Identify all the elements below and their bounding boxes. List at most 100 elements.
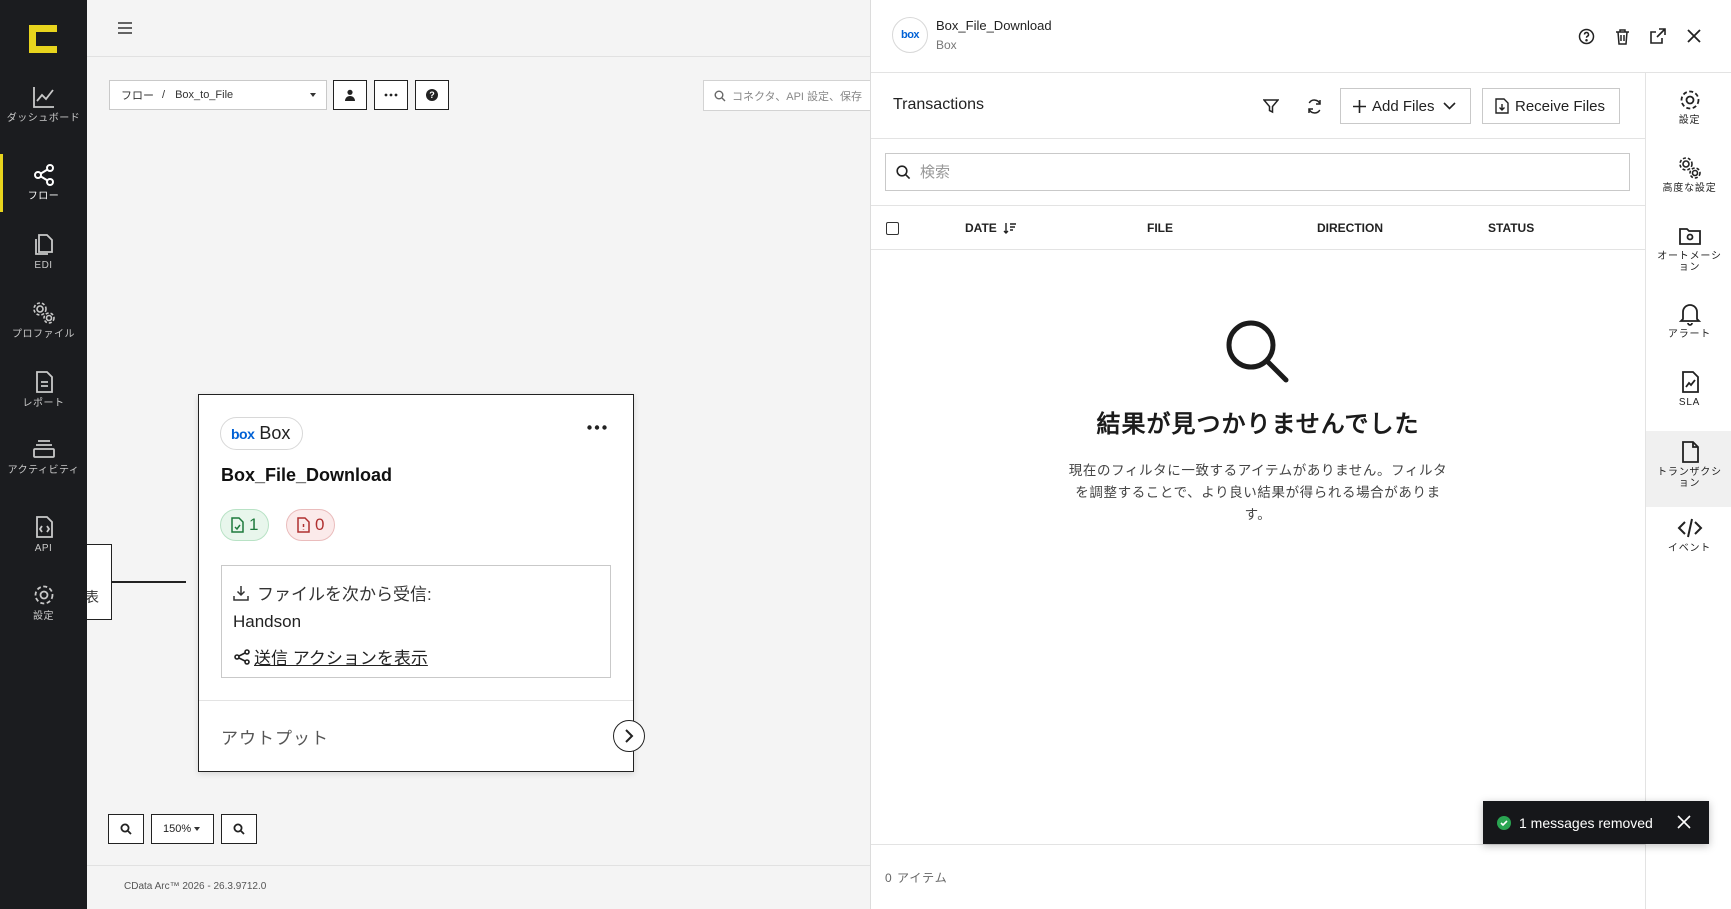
upstream-node[interactable]: 表	[87, 544, 112, 620]
add-files-button[interactable]: Add Files	[1340, 88, 1471, 124]
side-nav-settings[interactable]: 設定	[1646, 87, 1731, 155]
share-nodes-icon	[33, 164, 54, 186]
panel-footer-divider	[871, 844, 1645, 845]
toast-notification: 1 messages removed	[1483, 801, 1709, 844]
nav-item-dashboard[interactable]: ダッシュボード	[0, 84, 87, 144]
help-button[interactable]: ?	[415, 80, 449, 110]
filter-button[interactable]	[1262, 97, 1280, 115]
column-direction-label: DIRECTION	[1317, 221, 1383, 235]
download-icon	[233, 585, 249, 601]
nav-item-settings[interactable]: 設定	[0, 582, 87, 642]
zoom-in-icon	[120, 823, 132, 835]
panel-subtitle: Box	[936, 38, 957, 52]
canvas-search-placeholder: コネクタ、API 設定、保存	[732, 90, 863, 103]
receive-files-button[interactable]: Receive Files	[1482, 88, 1621, 124]
side-nav-sla[interactable]: SLA	[1646, 369, 1731, 437]
report-icon	[35, 371, 53, 393]
stack-icon	[32, 440, 55, 458]
search-icon	[714, 90, 726, 101]
nav-label: アクティビティ	[7, 465, 80, 476]
help-circle-icon: ?	[426, 89, 438, 101]
zoom-in-button[interactable]	[108, 814, 144, 844]
flow-canvas: フロー / Box_to_File ? コネクタ、API 設定、保存 表 box…	[87, 0, 870, 909]
refresh-button[interactable]	[1305, 97, 1323, 115]
nav-item-api[interactable]: API	[0, 514, 87, 574]
receive-source: Handson	[233, 612, 302, 631]
node-output-label: アウトプット	[221, 729, 329, 748]
left-nav: ダッシュボード フロー EDI プロファイル レポート アクティビティ API …	[0, 0, 87, 909]
flow-breadcrumb-select[interactable]: フロー / Box_to_File	[109, 80, 327, 110]
chevron-down-icon	[1442, 102, 1456, 110]
node-title: Box_File_Download	[221, 465, 393, 485]
side-nav-advanced-settings[interactable]: 高度な設定	[1646, 155, 1731, 223]
node-more-icon[interactable]	[587, 425, 607, 430]
column-date[interactable]: DATE	[965, 221, 1017, 235]
transactions-search-input[interactable]	[920, 163, 1600, 181]
empty-state-title: 結果が見つかりませんでした	[1096, 411, 1420, 438]
hamburger-menu-icon[interactable]	[117, 20, 133, 36]
side-nav-automation[interactable]: オートメーション	[1646, 223, 1731, 291]
user-button[interactable]	[333, 80, 367, 110]
node-output-arrow[interactable]	[613, 720, 645, 752]
nav-item-report[interactable]: レポート	[0, 369, 87, 429]
side-nav-events[interactable]: イベント	[1646, 515, 1731, 583]
filter-icon	[1263, 99, 1279, 114]
error-count-pill[interactable]: 0	[286, 509, 336, 541]
close-panel-button[interactable]	[1684, 26, 1704, 46]
node-details: ファイルを次から受信: Handson 送信 アクションを表示	[221, 565, 611, 678]
box-connector-node[interactable]: box Box Box_File_Download 1 0 ファイルを次から受信…	[198, 394, 634, 772]
side-nav-label: アラート	[1667, 329, 1712, 340]
panel-header: box Box_File_Download Box	[871, 0, 1731, 73]
nav-item-flow[interactable]: フロー	[0, 154, 87, 222]
panel-side-nav: 設定 高度な設定 オートメーション アラート SLA トランザクション イベント	[1645, 73, 1731, 909]
more-options-button[interactable]	[374, 80, 408, 110]
column-file[interactable]: FILE	[1147, 221, 1173, 235]
nav-label: レポート	[22, 398, 65, 409]
help-button[interactable]	[1576, 26, 1596, 46]
close-icon	[1687, 29, 1701, 43]
transactions-table-header: DATE FILE DIRECTION STATUS	[871, 205, 1645, 250]
canvas-footer-divider	[87, 865, 870, 866]
side-nav-label: オートメーション	[1657, 251, 1722, 273]
nav-item-edi[interactable]: EDI	[0, 231, 87, 291]
toast-message: 1 messages removed	[1519, 814, 1653, 831]
success-count-pill[interactable]: 1	[220, 509, 270, 541]
view-send-action-link[interactable]: 送信 アクションを表示	[233, 644, 428, 669]
nav-item-profile[interactable]: プロファイル	[0, 300, 87, 360]
transactions-toolbar: Transactions Add Files Receive Files	[871, 73, 1645, 139]
transactions-search[interactable]	[885, 153, 1630, 191]
close-icon[interactable]	[1677, 815, 1691, 829]
panel-title: Box_File_Download	[936, 18, 1052, 33]
box-logo: box	[892, 17, 928, 53]
column-status[interactable]: STATUS	[1488, 221, 1534, 235]
side-nav-transactions[interactable]: トランザクション	[1646, 431, 1731, 507]
select-all-checkbox[interactable]	[886, 222, 899, 235]
connector-type-label: Box	[259, 423, 291, 443]
share-nodes-icon	[234, 648, 250, 665]
gears-icon	[32, 302, 55, 324]
side-nav-label: イベント	[1667, 543, 1712, 554]
column-date-label: DATE	[965, 221, 997, 235]
column-file-label: FILE	[1147, 221, 1173, 235]
nav-item-activity[interactable]: アクティビティ	[0, 436, 87, 496]
open-external-button[interactable]	[1648, 26, 1668, 46]
gear-icon	[34, 585, 53, 605]
box-logo: box	[231, 425, 255, 442]
zoom-level-select[interactable]: 150%	[151, 814, 214, 844]
sort-descending-icon	[1003, 223, 1016, 234]
search-icon	[896, 164, 911, 179]
cdata-logo[interactable]	[29, 25, 57, 53]
side-nav-alerts[interactable]: アラート	[1646, 301, 1731, 369]
column-direction[interactable]: DIRECTION	[1317, 221, 1383, 235]
add-files-label: Add Files	[1372, 97, 1435, 115]
plus-icon	[1353, 99, 1366, 113]
breadcrumb-flow-name: Box_to_File	[175, 89, 234, 101]
success-check-icon	[1497, 815, 1511, 830]
side-nav-label: トランザクション	[1657, 467, 1722, 489]
zoom-out-button[interactable]	[221, 814, 257, 844]
svg-text:?: ?	[429, 90, 435, 100]
delete-button[interactable]	[1612, 26, 1632, 46]
canvas-search-input[interactable]: コネクタ、API 設定、保存	[703, 80, 870, 111]
node-connector	[112, 581, 186, 583]
breadcrumb-root: フロー	[121, 90, 154, 102]
